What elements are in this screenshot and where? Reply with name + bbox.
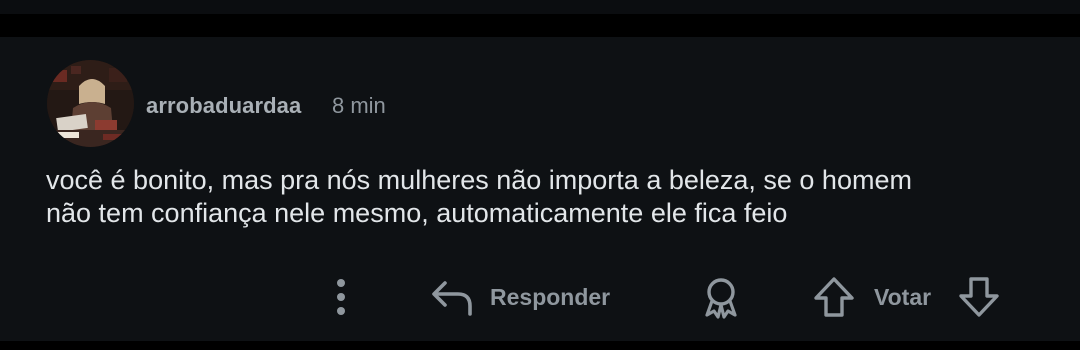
bottom-divider	[0, 341, 1080, 350]
vertical-ellipsis-icon	[337, 279, 345, 315]
username[interactable]: arrobaduardaa	[146, 93, 301, 119]
vote-label: Votar	[874, 284, 932, 310]
upvote-button[interactable]	[811, 274, 857, 320]
avatar[interactable]	[47, 60, 134, 147]
reply-arrow-icon	[432, 281, 472, 316]
previous-item-edge	[0, 0, 1080, 14]
reply-button[interactable]: Responder	[430, 274, 610, 320]
downvote-button[interactable]	[956, 274, 1002, 320]
award-button[interactable]	[697, 273, 745, 321]
comment-line: você é bonito, mas pra nós mulheres não …	[46, 165, 912, 195]
avatar-photo	[47, 60, 134, 147]
reply-label: Responder	[490, 283, 611, 310]
top-divider	[0, 0, 1080, 37]
arrow-up-icon	[814, 277, 854, 317]
comment-body: você é bonito, mas pra nós mulheres não …	[46, 164, 1056, 230]
arrow-down-icon	[959, 277, 999, 317]
award-icon	[705, 278, 737, 319]
comment-line: não tem confiança nele mesmo, automatica…	[46, 198, 788, 228]
timestamp: 8 min	[332, 93, 386, 118]
more-options-button[interactable]	[326, 276, 356, 318]
